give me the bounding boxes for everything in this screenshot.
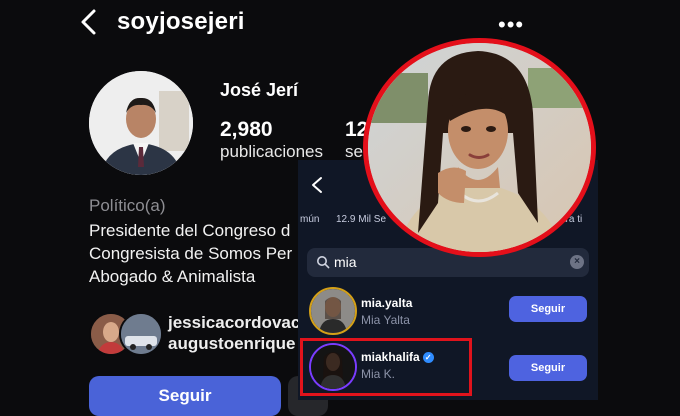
bio-line: Congresista de Somos Per — [89, 244, 293, 263]
profile-full-name: José Jerí — [220, 80, 299, 100]
mutual-follower-avatar — [119, 312, 163, 356]
highlight-box — [300, 338, 472, 396]
result-username[interactable]: mia.yalta — [361, 296, 412, 310]
follow-button[interactable]: Seguir — [89, 376, 281, 416]
follow-button-result[interactable]: Seguir — [509, 296, 587, 322]
clear-icon[interactable]: × — [570, 255, 584, 269]
search-query[interactable]: mia — [334, 254, 357, 270]
search-icon — [317, 256, 330, 269]
back-arrow-icon[interactable] — [78, 8, 100, 36]
bio-line: Abogado & Animalista — [89, 267, 256, 286]
bio-line: Presidente del Congreso d — [89, 221, 291, 240]
posts-count: 2,980 — [220, 118, 273, 141]
result-name: Mia Yalta — [361, 313, 410, 327]
more-dots-icon[interactable]: ••• — [498, 12, 524, 38]
follow-button-result[interactable]: Seguir — [509, 355, 587, 381]
followers-label[interactable]: se — [345, 142, 363, 162]
profile-username: soyjosejeri — [117, 8, 245, 35]
posts-label: publicaciones — [220, 142, 324, 161]
profile-avatar[interactable] — [89, 71, 193, 175]
back-arrow-icon[interactable] — [310, 176, 324, 194]
profile-category: Político(a) — [89, 196, 166, 215]
followed-by-text[interactable]: jessicacordovac augustoenrique — [168, 312, 300, 354]
result-avatar[interactable] — [309, 287, 357, 335]
circular-photo — [363, 38, 596, 257]
profile-bio: Presidente del Congreso d Congresista de… — [89, 219, 292, 288]
